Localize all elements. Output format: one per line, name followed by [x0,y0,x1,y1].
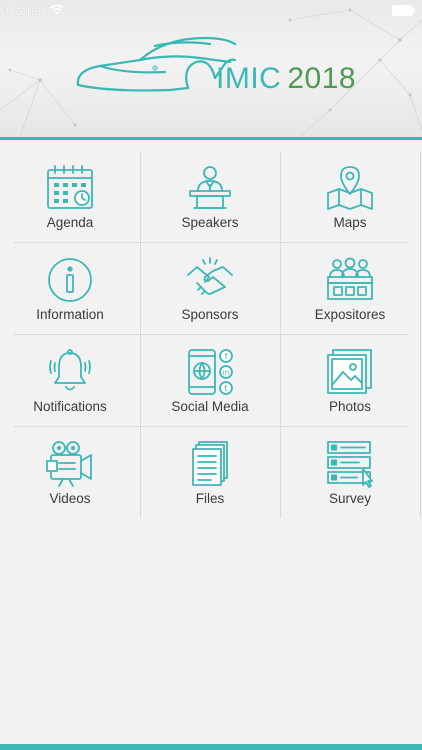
bell-icon [49,349,91,391]
svg-text:f: f [225,352,228,361]
menu-item-label: Speakers [181,215,239,230]
wifi-icon [50,4,64,15]
exhibitors-icon [327,257,373,300]
video-camera-icon [46,441,92,487]
menu-item-photos[interactable]: Photos [280,335,420,427]
brand-title: IMIC 2018 [216,62,356,96]
menu-item-label: Sponsors [181,307,239,322]
menu-item-social-media[interactable]: f in t Social Media [140,335,280,427]
battery-icon [392,5,415,16]
menu-item-label: Notifications [33,399,107,414]
brand-year: 2018 [287,62,357,95]
brand-name: IMIC [216,62,282,95]
menu-item-videos[interactable]: Videos [0,427,140,519]
menu-item-speakers[interactable]: Speakers [140,151,280,243]
social-media-icon: f in t [188,349,233,395]
carrier-label: Carrier [6,3,46,18]
footer-accent-bar [0,744,422,750]
menu-item-label: Maps [333,215,367,230]
menu-grid: Agenda Speakers Maps Information Sponsor… [0,151,422,519]
menu-item-information[interactable]: Information [0,243,140,335]
speaker-podium-icon [189,166,231,209]
status-bar: Carrier [0,0,422,22]
files-icon [192,441,228,486]
menu-item-expositores[interactable]: Expositores [280,243,420,335]
menu-item-label: Videos [49,491,91,506]
menu-item-notifications[interactable]: Notifications [0,335,140,427]
info-icon [48,258,92,302]
svg-text:in: in [223,369,229,377]
menu-item-label: Information [36,307,104,322]
header-divider [0,137,422,140]
menu-item-survey[interactable]: Survey [280,427,420,519]
header-banner: Carrier IMIC 2018 [0,0,422,137]
menu-item-label: Agenda [46,215,94,230]
photos-icon [327,349,372,394]
menu-item-label: Files [195,491,225,506]
menu-item-agenda[interactable]: Agenda [0,151,140,243]
menu-item-label: Expositores [314,307,386,322]
menu-item-label: Photos [328,399,372,414]
menu-item-label: Social Media [171,399,249,414]
menu-item-maps[interactable]: Maps [280,151,420,243]
handshake-icon [187,257,233,295]
calendar-icon [47,165,93,209]
car-logo-icon [76,36,237,92]
menu-item-label: Survey [328,491,372,506]
svg-text:t: t [224,384,227,393]
menu-item-files[interactable]: Files [140,427,280,519]
menu-item-sponsors[interactable]: Sponsors [140,243,280,335]
survey-icon [327,441,373,488]
map-pin-icon [327,166,373,210]
